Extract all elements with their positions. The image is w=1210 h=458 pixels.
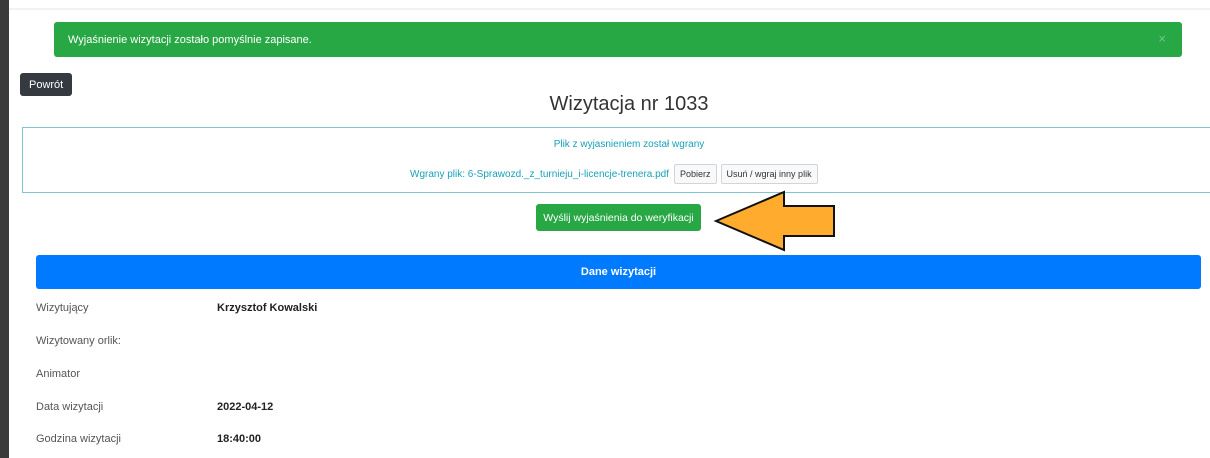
window-left-border (0, 0, 9, 458)
success-alert: Wyjaśnienie wizytacji zostało pomyślnie … (54, 22, 1182, 57)
download-button[interactable]: Pobierz (674, 164, 717, 184)
uploaded-file-name: Wgrany plik: 6-Sprawozd._z_turnieju_i-li… (410, 168, 670, 180)
detail-label-animator: Animator (36, 368, 81, 380)
detail-value-visitor: Krzysztof Kowalski (217, 302, 318, 314)
detail-label-visit-time: Godzina wizytacji (36, 433, 121, 445)
detail-value-visit-time: 18:40:00 (217, 433, 262, 445)
annotation-arrow-icon (713, 190, 835, 252)
annotation-arrow-shape (713, 190, 835, 252)
detail-value-visit-date: 2022-04-12 (217, 401, 274, 413)
page-title: Wizytacja nr 1033 (549, 93, 709, 115)
top-divider (9, 8, 1210, 10)
uploaded-file-row: Wgrany plik: 6-Sprawozd._z_turnieju_i-li… (410, 163, 818, 185)
file-upload-status: Plik z wyjasnieniem został wgrany (553, 139, 705, 150)
detail-label-visited-field: Wizytowany orlik: (36, 335, 121, 347)
replace-file-button[interactable]: Usuń / wgraj inny plik (720, 164, 818, 184)
detail-label-visit-date: Data wizytacji (36, 401, 104, 413)
success-alert-message: Wyjaśnienie wizytacji zostało pomyślnie … (68, 33, 312, 46)
detail-label-visitor: Wizytujący (36, 302, 89, 314)
visit-data-header: Dane wizytacji (36, 255, 1201, 289)
submit-for-verification-button[interactable]: Wyślij wyjaśnienia do weryfikacji (536, 204, 701, 231)
close-icon[interactable]: × (1158, 31, 1166, 46)
